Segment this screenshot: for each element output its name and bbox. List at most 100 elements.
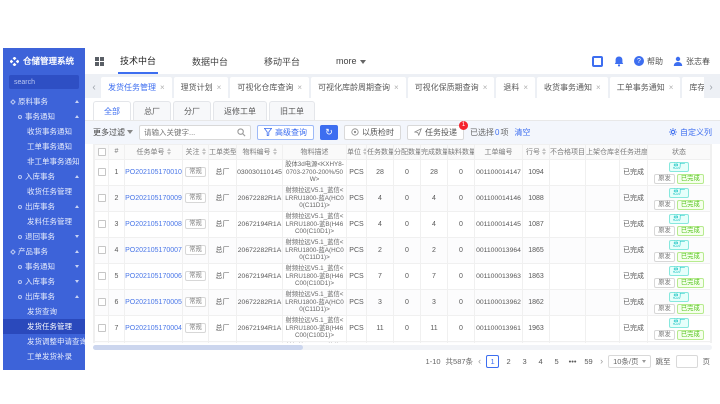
workspace-tab[interactable]: 工单事务通知 ×: [609, 77, 681, 98]
sort-icon[interactable]: [201, 148, 206, 156]
advanced-query-button[interactable]: 高级查询: [257, 124, 314, 140]
task-no-link[interactable]: PO202105170004: [126, 325, 182, 332]
row-checkbox[interactable]: [97, 220, 106, 229]
sidebar-item[interactable]: 事务通知: [3, 259, 85, 274]
view-tab-总厂[interactable]: 总厂: [133, 101, 171, 120]
row-checkbox[interactable]: [97, 194, 106, 203]
customize-columns-button[interactable]: 自定义列: [669, 127, 712, 138]
sidebar-item[interactable]: 产品事务: [3, 244, 85, 259]
nav-menu-grid-icon[interactable]: [95, 56, 104, 66]
view-tab-返修工单[interactable]: 返修工单: [213, 101, 267, 120]
row-checkbox[interactable]: [97, 298, 106, 307]
topnav-item[interactable]: 数据中台: [190, 50, 230, 73]
workspace-tab[interactable]: 可视化库龄周期查询 ×: [311, 77, 406, 98]
sidebar-item[interactable]: 发货任务管理: [3, 319, 85, 334]
bell-icon[interactable]: [613, 56, 624, 67]
sidebar-item[interactable]: 出库事务: [3, 199, 85, 214]
sort-icon[interactable]: [363, 148, 366, 156]
apps-icon[interactable]: [592, 55, 603, 67]
view-tab-全部[interactable]: 全部: [93, 101, 131, 120]
tabs-scroll-left-icon[interactable]: ‹: [87, 77, 101, 98]
sidebar-item[interactable]: 发货查询: [3, 304, 85, 319]
sidebar-item[interactable]: 发料任务管理: [3, 214, 85, 229]
view-tab-分厂[interactable]: 分厂: [173, 101, 211, 120]
next-page-icon[interactable]: ›: [600, 356, 603, 366]
column-label: 完成数量: [421, 148, 448, 156]
sort-icon[interactable]: [166, 148, 171, 156]
user-menu[interactable]: 张志春: [673, 56, 710, 67]
close-icon[interactable]: ×: [483, 83, 488, 92]
page-number[interactable]: 59: [582, 355, 595, 368]
cell-shortage-qty: 0: [447, 315, 475, 342]
close-icon[interactable]: ×: [669, 83, 674, 92]
sidebar-item[interactable]: 收货任务管理: [3, 184, 85, 199]
row-checkbox[interactable]: [97, 246, 106, 255]
sidebar-item[interactable]: 事务通知: [3, 109, 85, 124]
view-tab-旧工单[interactable]: 旧工单: [269, 101, 315, 120]
sidebar-item[interactable]: 出库事务: [3, 289, 85, 304]
status-tag-origin: 原发: [654, 226, 675, 237]
cell-allocated-qty: 0: [393, 341, 421, 344]
prev-page-icon[interactable]: ‹: [478, 356, 481, 366]
sort-icon[interactable]: [542, 148, 546, 156]
workspace-tab[interactable]: 发货任务管理 ×: [101, 77, 172, 98]
quality-time-button[interactable]: 以质检时: [344, 124, 401, 140]
page-number[interactable]: 4: [534, 355, 547, 368]
row-checkbox[interactable]: [97, 168, 106, 177]
help-button[interactable]: ? 帮助: [634, 56, 663, 67]
select-all-checkbox[interactable]: [97, 147, 106, 156]
close-icon[interactable]: ×: [297, 83, 302, 92]
workspace-tab[interactable]: 库存余额×: [682, 77, 704, 98]
sidebar-item[interactable]: 工单发货补录: [3, 349, 85, 364]
help-label: 帮助: [647, 56, 663, 66]
page-size-select[interactable]: 10条/页: [608, 354, 651, 368]
sidebar-item[interactable]: 发货调整申请查询: [3, 334, 85, 349]
page-number[interactable]: 5: [550, 355, 563, 368]
page-number[interactable]: 3: [518, 355, 531, 368]
circle-bullet-icon: [18, 279, 22, 284]
workspace-tab[interactable]: 理货计划 ×: [173, 77, 229, 98]
close-icon[interactable]: ×: [217, 83, 222, 92]
sidebar-item[interactable]: 工单事务通知: [3, 139, 85, 154]
workspace-tab[interactable]: 可视化保质期查询 ×: [407, 77, 495, 98]
sidebar-item[interactable]: 入库事务: [3, 274, 85, 289]
workspace-tab[interactable]: 退料 ×: [496, 77, 536, 98]
close-icon[interactable]: ×: [160, 83, 165, 92]
task-dispatch-button[interactable]: 任务投递 1: [407, 120, 468, 140]
more-filter-button[interactable]: 更多过滤: [93, 127, 133, 138]
sidebar-item[interactable]: 收货事务通知: [3, 124, 85, 139]
page-number[interactable]: 1: [486, 354, 500, 368]
row-checkbox[interactable]: [97, 324, 106, 333]
topnav-item[interactable]: 技术中台: [118, 49, 159, 74]
cell-index: 4: [108, 237, 125, 264]
keyword-search-input[interactable]: [144, 127, 237, 137]
sidebar-item[interactable]: 非工单事务通知: [3, 154, 85, 169]
task-no-link[interactable]: PO202105170007: [126, 247, 182, 254]
sidebar-search-input[interactable]: search: [9, 75, 79, 89]
task-no-link[interactable]: PO202105170009: [126, 195, 182, 202]
horizontal-scrollbar-thumb[interactable]: [93, 345, 304, 351]
page-number[interactable]: 2: [502, 355, 515, 368]
task-no-link[interactable]: PO202105170006: [126, 273, 182, 280]
close-icon[interactable]: ×: [596, 83, 601, 92]
refresh-button[interactable]: ↻: [320, 124, 338, 140]
workspace-tab[interactable]: 收货事务通知 ×: [537, 77, 608, 98]
clear-selection-link[interactable]: 清空: [514, 127, 530, 138]
sidebar-item[interactable]: 退回事务: [3, 229, 85, 244]
task-no-link[interactable]: PO202105170010: [126, 169, 182, 176]
tabs-scroll-right-icon[interactable]: ›: [704, 77, 718, 98]
close-icon[interactable]: ×: [523, 83, 528, 92]
cell-checkbox: [94, 289, 109, 316]
jump-page-input[interactable]: [675, 354, 698, 368]
topnav-item[interactable]: more: [334, 51, 368, 71]
sort-icon[interactable]: [272, 148, 277, 156]
close-icon[interactable]: ×: [394, 83, 399, 92]
task-no-link[interactable]: PO202105170005: [126, 299, 182, 306]
sidebar-item[interactable]: 入库事务: [3, 169, 85, 184]
task-no-link[interactable]: PO202105170008: [126, 221, 182, 228]
workspace-tab[interactable]: 可视化仓库查询 ×: [230, 77, 310, 98]
row-checkbox[interactable]: [97, 272, 106, 281]
topnav-item[interactable]: 移动平台: [262, 50, 302, 73]
sidebar-item[interactable]: 原料事务: [3, 94, 85, 109]
search-icon[interactable]: [237, 128, 246, 137]
